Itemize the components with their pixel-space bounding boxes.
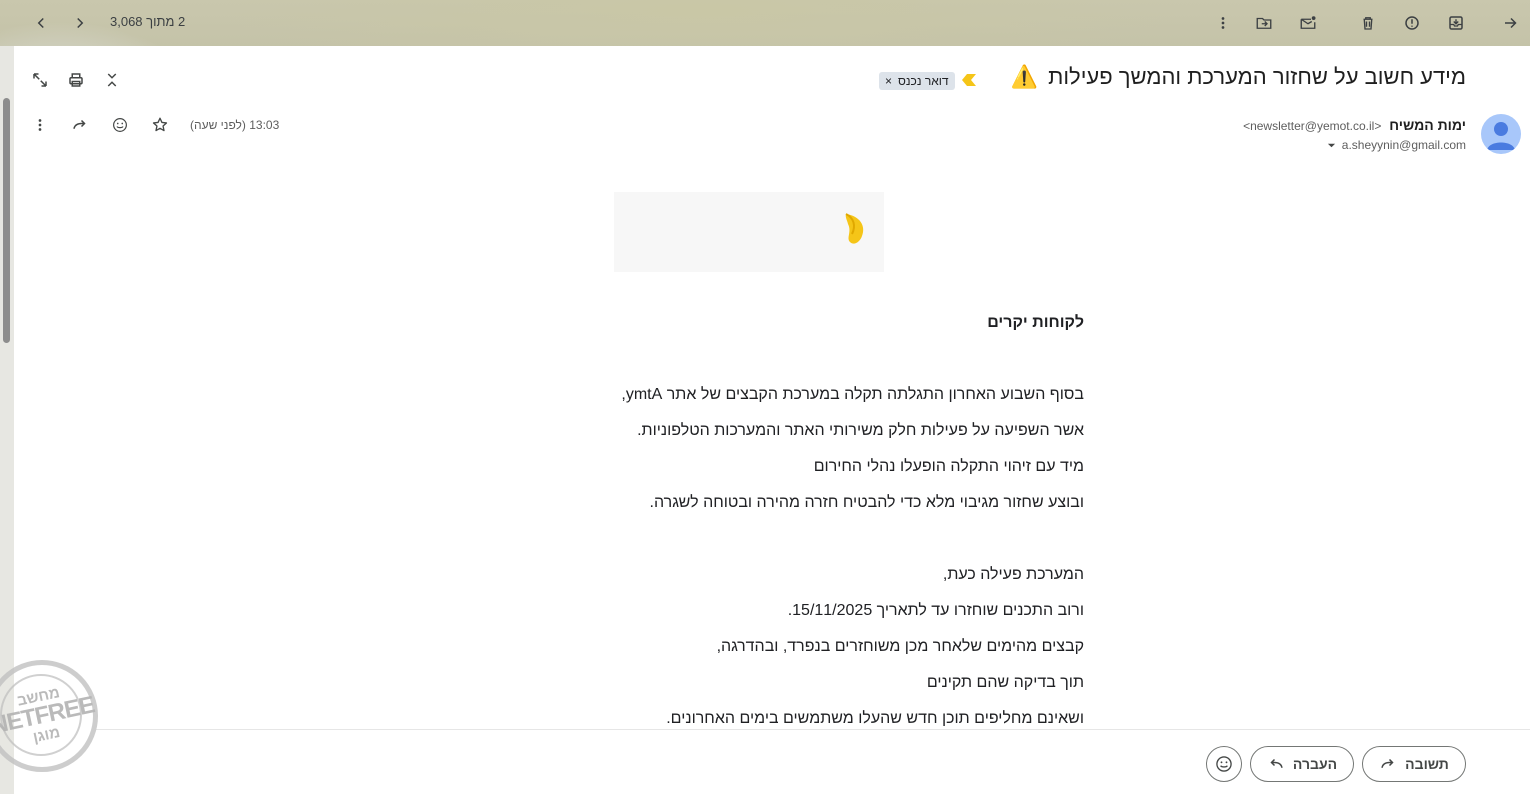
message-panel	[14, 46, 1530, 794]
forward-button-label: העברה	[1292, 756, 1338, 772]
star-button[interactable]	[146, 111, 174, 139]
scrollbar-thumb[interactable]	[3, 98, 10, 343]
print-button[interactable]	[62, 66, 90, 94]
newsletter-logo-box	[614, 192, 884, 272]
remove-label-button[interactable]: ×	[885, 74, 892, 88]
archive-button[interactable]	[1442, 9, 1470, 37]
mark-unread-button[interactable]	[1294, 9, 1322, 37]
sender-line: ימות המשיח <newsletter@yemot.co.il>	[1243, 117, 1466, 133]
recipient-email: a.sheyynin@gmail.com	[1341, 138, 1466, 152]
emoji-reaction-button[interactable]	[1206, 746, 1242, 782]
mark-unread-icon	[1300, 16, 1316, 29]
delete-button[interactable]	[1354, 9, 1382, 37]
subject-text: מידע חשוב על שחזור המערכת והמשך פעילות	[1048, 64, 1466, 89]
inbox-label-chip: דואר נכנס ×	[879, 72, 955, 90]
message-counter: 2 מתוך 3,068	[110, 14, 186, 29]
body-line: המערכת פעילה כעת,	[942, 566, 1084, 583]
open-in-new-window-button[interactable]	[26, 66, 54, 94]
older-message-button[interactable]	[27, 9, 55, 37]
collapse-all-button[interactable]	[98, 66, 126, 94]
reply-icon	[1381, 758, 1394, 768]
add-reaction-button[interactable]	[106, 111, 134, 139]
forward-icon	[1270, 758, 1283, 768]
body-line: ובוצע שחזור מגיבוי מלא כדי להבטיח חזרה מ…	[649, 494, 1084, 511]
email-subject: מידע חשוב על שחזור המערכת והמשך פעילות ⚠…	[1011, 64, 1466, 90]
reply-button[interactable]: תשובה	[1362, 746, 1466, 782]
newer-message-button[interactable]	[66, 9, 94, 37]
emoji-icon	[1216, 756, 1232, 772]
netfree-stamp: מחשב NETFREE מוגן	[0, 660, 98, 772]
body-line: בסוף השבוע האחרון התגלתה תקלה במערכת הקב…	[621, 386, 1084, 403]
reply-button-label: תשובה	[1405, 756, 1449, 772]
move-to-folder-icon	[1256, 17, 1272, 29]
body-line: ורוב התכנים שוחזרו עד לתאריך 15/11/2025.	[787, 602, 1084, 619]
back-to-inbox-button[interactable]	[1497, 9, 1525, 37]
importance-marker-icon[interactable]	[962, 74, 976, 86]
warning-emoji: ⚠️	[1010, 64, 1039, 89]
sender-email: <newsletter@yemot.co.il>	[1243, 119, 1382, 133]
yemot-logo-icon	[845, 213, 864, 244]
more-options-button[interactable]	[1209, 9, 1237, 37]
report-spam-icon	[1405, 16, 1419, 30]
body-line: אשר השפיעה על פעילות חלק משירותי האתר וה…	[637, 422, 1084, 439]
label-chip-text: דואר נכנס	[898, 74, 949, 88]
sender-name[interactable]: ימות המשיח	[1389, 117, 1466, 133]
forward-icon	[73, 119, 86, 129]
collapse-all-icon	[107, 73, 117, 87]
message-more-button[interactable]	[26, 111, 54, 139]
trash-icon	[1363, 17, 1373, 30]
body-line: מיד עם זיהוי התקלה הופעלו נהלי החירום	[813, 458, 1084, 475]
print-icon	[69, 73, 83, 87]
email-greeting: לקוחות יקרים	[987, 314, 1084, 331]
body-line: קבצים מהימים שלאחר מכן משוחזרים בנפרד, ו…	[716, 638, 1084, 655]
more-vert-icon	[38, 119, 42, 131]
chevron-left-icon	[37, 17, 44, 29]
move-to-button[interactable]	[1250, 9, 1278, 37]
person-icon	[1487, 122, 1515, 150]
emoji-icon	[113, 118, 127, 132]
sender-avatar[interactable]	[1481, 114, 1521, 154]
top-toolbar: 2 מתוך 3,068	[0, 0, 1530, 46]
open-in-new-window-icon	[33, 73, 47, 87]
forward-button[interactable]: העברה	[1250, 746, 1354, 782]
report-spam-button[interactable]	[1398, 9, 1426, 37]
star-icon	[152, 117, 168, 132]
arrow-right-icon	[1505, 17, 1517, 29]
archive-icon	[1449, 16, 1463, 30]
message-time: 13:03 (לפני שעה)	[190, 118, 280, 132]
chevron-right-icon	[77, 17, 84, 29]
body-line: תוך בדיקה שהם תקינים	[926, 674, 1084, 691]
body-line: ושאינם מחליפים תוכן חדש שהעלו משתמשים בי…	[666, 710, 1084, 727]
recipient-line: a.sheyynin@gmail.com	[1327, 138, 1466, 152]
caret-down-icon[interactable]	[1327, 141, 1336, 150]
forward-quick-button[interactable]	[66, 111, 94, 139]
more-vert-icon	[1221, 17, 1225, 29]
